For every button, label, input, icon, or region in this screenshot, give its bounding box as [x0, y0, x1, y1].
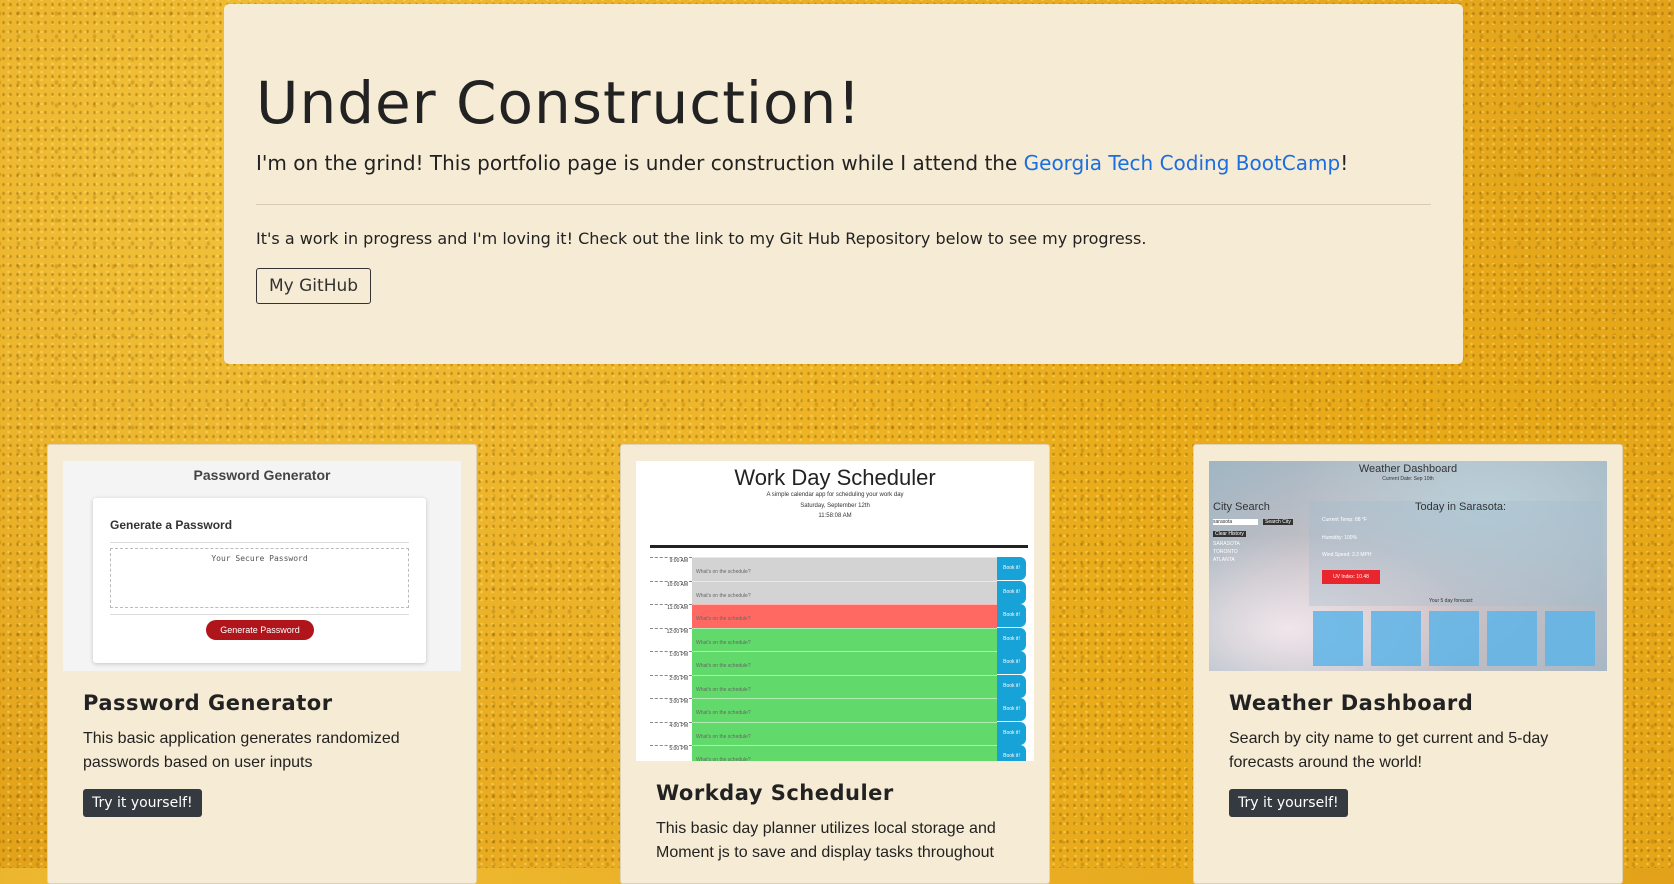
- schedule-row: 1:00 PM What's on the schedule? Book it!: [650, 651, 1026, 675]
- task-slot: What's on the schedule?: [692, 745, 997, 761]
- schedule-row: 5:00 PM What's on the schedule? Book it!: [650, 745, 1026, 761]
- book-button: Book it!: [997, 627, 1026, 651]
- task-slot: What's on the schedule?: [692, 651, 997, 675]
- weather-dashboard-screenshot[interactable]: Weather Dashboard Current Date: Sep 10th…: [1209, 461, 1607, 671]
- task-slot: What's on the schedule?: [692, 721, 997, 746]
- task-slot: What's on the schedule?: [692, 627, 997, 652]
- project-card-password-generator: Password Generator Generate a Password Y…: [47, 444, 477, 884]
- book-button: Book it!: [997, 674, 1026, 698]
- hour-label: 10:00 AM: [650, 580, 692, 604]
- try-it-button[interactable]: Try it yourself!: [83, 789, 202, 817]
- jumbotron: Under Construction! I'm on the grind! Th…: [224, 4, 1463, 364]
- card-title: Password Generator: [83, 691, 333, 715]
- schedule-row: 9:00 AM What's on the schedule? Book it!: [650, 557, 1026, 581]
- card-text: This basic application generates randomi…: [83, 730, 400, 771]
- task-slot: What's on the schedule?: [692, 580, 997, 605]
- hour-label: 5:00 PM: [650, 745, 692, 761]
- hour-label: 11:00 AM: [650, 604, 692, 627]
- book-button: Book it!: [997, 721, 1026, 745]
- schedule-row: 11:00 AM What's on the schedule? Book it!: [650, 604, 1026, 628]
- book-button: Book it!: [997, 745, 1026, 761]
- hour-label: 9:00 AM: [650, 557, 692, 580]
- schedule-row: 12:00 PM What's on the schedule? Book it!: [650, 627, 1026, 652]
- card-text: Search by city name to get current and 5…: [1229, 730, 1549, 771]
- schedule-row: 2:00 PM What's on the schedule? Book it!: [650, 674, 1026, 699]
- task-slot: What's on the schedule?: [692, 698, 997, 722]
- workday-scheduler-screenshot[interactable]: Work Day Scheduler A simple calendar app…: [636, 461, 1034, 761]
- card-title: Workday Scheduler: [656, 781, 894, 805]
- password-generator-screenshot[interactable]: Password Generator Generate a Password Y…: [63, 461, 461, 671]
- book-button: Book it!: [997, 698, 1026, 721]
- schedule-row: 4:00 PM What's on the schedule? Book it!: [650, 721, 1026, 746]
- card-title: Weather Dashboard: [1229, 691, 1474, 715]
- book-button: Book it!: [997, 580, 1026, 604]
- task-slot: What's on the schedule?: [692, 674, 997, 699]
- lead-text: I'm on the grind! This portfolio page is…: [256, 151, 1349, 175]
- book-button: Book it!: [997, 557, 1026, 580]
- schedule-row: 3:00 PM What's on the schedule? Book it!: [650, 698, 1026, 722]
- github-button[interactable]: My GitHub: [256, 268, 372, 304]
- hour-label: 2:00 PM: [650, 674, 692, 698]
- hour-label: 12:00 PM: [650, 627, 692, 651]
- card-text: This basic day planner utilizes local st…: [656, 820, 996, 861]
- bootcamp-link[interactable]: Georgia Tech Coding BootCamp: [1024, 151, 1341, 175]
- divider: [256, 204, 1431, 205]
- hour-label: 4:00 PM: [650, 721, 692, 745]
- task-slot: What's on the schedule?: [692, 557, 997, 581]
- project-card-weather-dashboard: Weather Dashboard Current Date: Sep 10th…: [1193, 444, 1623, 884]
- book-button: Book it!: [997, 651, 1026, 674]
- intro-text: It's a work in progress and I'm loving i…: [256, 229, 1147, 248]
- hour-label: 1:00 PM: [650, 651, 692, 674]
- task-slot: What's on the schedule?: [692, 604, 997, 628]
- book-button: Book it!: [997, 604, 1026, 627]
- try-it-button[interactable]: Try it yourself!: [1229, 789, 1348, 817]
- page-title: Under Construction!: [256, 69, 862, 137]
- schedule-row: 10:00 AM What's on the schedule? Book it!: [650, 580, 1026, 605]
- hour-label: 3:00 PM: [650, 698, 692, 721]
- project-card-workday-scheduler: Work Day Scheduler A simple calendar app…: [620, 444, 1050, 884]
